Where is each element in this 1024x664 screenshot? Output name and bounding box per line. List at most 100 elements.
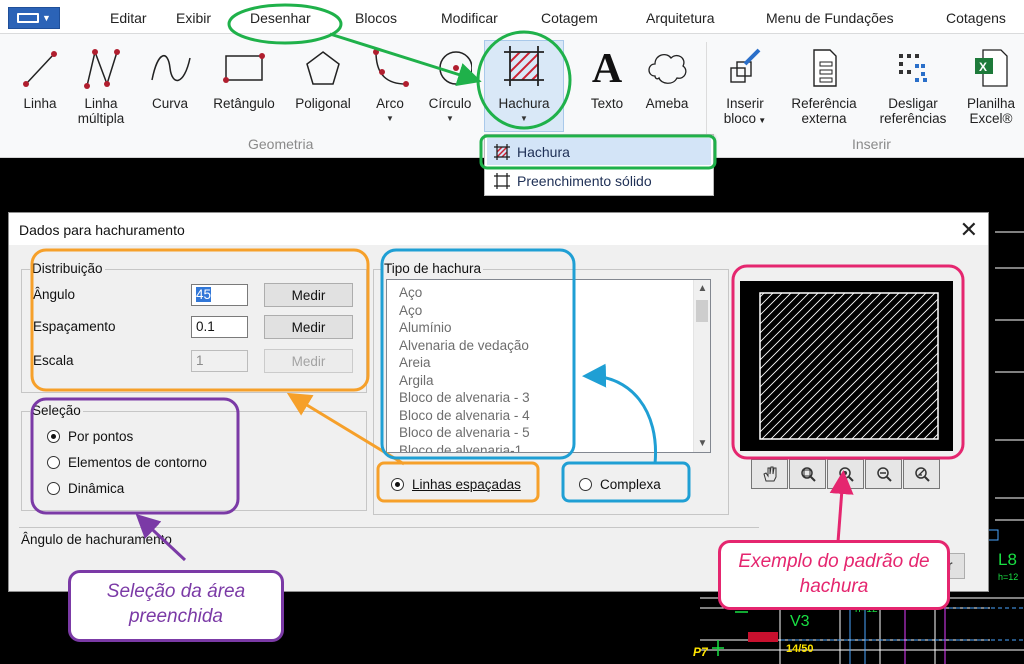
hatch-line xyxy=(760,293,765,298)
inserir-bloco-button[interactable]: Inserir bloco ▼ xyxy=(718,42,772,128)
radio-dot-checked xyxy=(391,478,404,491)
linha-multipla-button[interactable]: Linha múltipla xyxy=(73,42,129,126)
espacamento-input[interactable]: 0.1 xyxy=(191,316,248,338)
curva-button[interactable]: Curva xyxy=(146,42,194,111)
linha-button[interactable]: Linha xyxy=(18,42,62,111)
selecao-legend: Seleção xyxy=(30,403,83,418)
menu-exibir[interactable]: Exibir xyxy=(176,10,211,26)
menu-arquitetura[interactable]: Arquitetura xyxy=(646,10,714,26)
zoom-window-icon[interactable] xyxy=(789,459,826,489)
hatch-line xyxy=(760,293,882,415)
pan-hand-icon[interactable] xyxy=(751,459,788,489)
hachura-dropdown-icon: ▼ xyxy=(520,114,528,123)
list-item[interactable]: Bloco de alvenaria - 3 xyxy=(387,389,710,407)
list-item[interactable]: Aço xyxy=(387,284,710,302)
espacamento-label: Espaçamento xyxy=(33,319,116,334)
linha-multipla-label-2: múltipla xyxy=(77,111,125,126)
angulo-label: Ângulo xyxy=(33,287,76,302)
planilha-label-2: Excel® xyxy=(969,111,1013,126)
menu-editar[interactable]: Editar xyxy=(110,10,147,26)
retangulo-button[interactable]: Retângulo xyxy=(205,42,283,111)
desligar-referencias-button[interactable]: Desligar referências xyxy=(868,42,958,126)
arco-button[interactable]: Arco ▼ xyxy=(368,42,412,126)
escala-input: 1 xyxy=(191,350,248,372)
linha-label: Linha xyxy=(23,96,57,111)
hatch-line xyxy=(942,281,953,439)
list-item[interactable]: Alvenaria de vedação xyxy=(387,337,710,355)
hatch-preview xyxy=(740,281,953,451)
circulo-dropdown-icon: ▼ xyxy=(446,114,454,123)
planilha-excel-button[interactable]: X Planilha Excel® xyxy=(960,42,1022,126)
hatch-line xyxy=(860,361,938,439)
hachura-label: Hachura xyxy=(498,96,550,111)
circulo-button[interactable]: Círculo ▼ xyxy=(421,42,479,126)
referencia-externa-button[interactable]: Referência externa xyxy=(784,42,864,126)
radio-linhas-espacadas[interactable]: Linhas espaçadas xyxy=(391,477,521,492)
poligonal-button[interactable]: Poligonal xyxy=(287,42,359,111)
list-item[interactable]: Areia xyxy=(387,354,710,372)
angulo-input[interactable]: 45 xyxy=(191,284,248,306)
menu-modificar[interactable]: Modificar xyxy=(441,10,498,26)
cad-label-l8: L8 xyxy=(998,550,1017,569)
zoom-out-icon[interactable] xyxy=(865,459,902,489)
list-item[interactable]: Bloco de alvenaria - 5 xyxy=(387,424,710,442)
rectangle-icon xyxy=(205,42,283,90)
ameba-label: Ameba xyxy=(645,96,689,111)
radio-por-pontos[interactable]: Por pontos xyxy=(47,429,133,444)
annotation-exemplo: Exemplo do padrão de hachura xyxy=(718,540,950,610)
hatch-line xyxy=(760,293,774,307)
menu-blocos[interactable]: Blocos xyxy=(355,10,397,26)
menu-cotagens[interactable]: Cotagens xyxy=(946,10,1006,26)
inserir-bloco-dropdown-icon: ▼ xyxy=(756,116,767,125)
polyline-icon xyxy=(73,42,129,90)
planilha-label-1: Planilha xyxy=(966,96,1016,111)
espacamento-medir-button[interactable]: Medir xyxy=(264,315,353,339)
dropdown-item-hachura[interactable]: Hachura xyxy=(487,138,711,165)
angulo-medir-button[interactable]: Medir xyxy=(264,283,353,307)
menu-fundacoes[interactable]: Menu de Fundações xyxy=(766,10,894,26)
texto-button[interactable]: A Texto xyxy=(584,42,630,111)
inserir-bloco-label-1: Inserir xyxy=(726,96,764,111)
group-inserir-label: Inserir xyxy=(852,136,891,152)
hatch-line xyxy=(824,325,938,439)
line-icon xyxy=(18,42,62,90)
hatch-line xyxy=(760,293,828,361)
scroll-thumb[interactable] xyxy=(696,300,708,322)
scroll-up-icon[interactable]: ▲ xyxy=(694,280,710,297)
tipo-list: Aço Aço Alumínio Alvenaria de vedação Ar… xyxy=(387,280,710,453)
hachura-button[interactable]: Hachura ▼ xyxy=(486,42,562,126)
list-item[interactable]: Argila xyxy=(387,372,710,390)
application-menu-button[interactable]: ▼ xyxy=(8,7,60,29)
menu-cotagem[interactable]: Cotagem xyxy=(541,10,598,26)
tipo-listbox[interactable]: Aço Aço Alumínio Alvenaria de vedação Ar… xyxy=(386,279,711,453)
close-icon[interactable]: ✕ xyxy=(960,217,978,243)
zoom-all-icon[interactable] xyxy=(827,459,864,489)
list-scrollbar[interactable]: ▲ ▼ xyxy=(693,280,710,452)
cad-label-p7: P7 xyxy=(693,645,708,659)
hatch-line xyxy=(932,433,938,439)
dropdown-preenchimento-label: Preenchimento sólido xyxy=(517,172,652,189)
menu-desenhar[interactable]: Desenhar xyxy=(250,10,311,26)
cad-label-v3: V3 xyxy=(790,613,810,630)
scroll-down-icon[interactable]: ▼ xyxy=(694,435,710,452)
list-item[interactable]: Bloco de alvenaria - 4 xyxy=(387,407,710,425)
list-item[interactable]: Bloco de alvenaria-1 xyxy=(387,442,710,453)
radio-dinamica[interactable]: Dinâmica xyxy=(47,481,124,496)
unload-xref-icon xyxy=(868,42,958,90)
hatch-line xyxy=(760,293,810,343)
radio-elementos-contorno[interactable]: Elementos de contorno xyxy=(47,455,207,470)
cloud-icon xyxy=(638,42,696,90)
status-text: Ângulo de hachuramento xyxy=(21,532,172,547)
zoom-previous-icon[interactable] xyxy=(903,459,940,489)
radio-complexa[interactable]: Complexa xyxy=(579,477,661,492)
texto-label: Texto xyxy=(590,96,624,111)
solid-fill-icon xyxy=(487,172,517,189)
list-item[interactable]: Alumínio xyxy=(387,319,710,337)
chevron-down-icon: ▼ xyxy=(42,13,51,23)
insert-block-icon xyxy=(718,42,772,90)
ameba-button[interactable]: Ameba xyxy=(638,42,696,111)
polygon-icon xyxy=(287,42,359,90)
desligar-label-1: Desligar xyxy=(888,96,938,111)
list-item[interactable]: Aço xyxy=(387,302,710,320)
dropdown-item-preenchimento[interactable]: Preenchimento sólido xyxy=(487,167,711,194)
